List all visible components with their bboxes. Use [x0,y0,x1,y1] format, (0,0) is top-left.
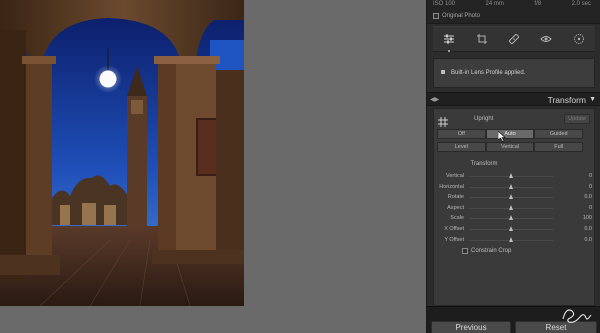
slider-row-y-offset[interactable]: Y Offset 0.0 [434,236,594,245]
upright-level-button[interactable]: Level [437,142,486,152]
slider-value[interactable]: 0 [589,173,592,179]
original-photo-toggle[interactable]: Original Photo [433,13,480,19]
slider-row-horizontal[interactable]: Horizontal 0 [434,183,594,192]
slider-label: X Offset [444,226,464,232]
previous-button[interactable]: Previous [431,321,511,333]
slider-thumb[interactable] [508,173,513,178]
slider-value[interactable]: 0.0 [584,237,592,243]
slider-value[interactable]: 0.0 [584,226,592,232]
photo-illustration [0,0,244,306]
upright-mode-row-1: Off Auto Guided [437,129,584,139]
focal-length: 24 mm [485,1,504,7]
slider-label: Horizontal [439,183,464,190]
slider-thumb[interactable] [508,226,513,231]
slider-thumb[interactable] [508,215,513,221]
slider-row-x-offset[interactable]: X Offset 0.0 [434,225,594,234]
slider-row-scale[interactable]: Scale 100 [434,214,594,223]
info-icon [440,69,446,77]
shutter-speed: 2.0 sec [571,1,591,7]
slider-value[interactable]: 0.0 [584,194,592,200]
iso-value: ISO 100 [433,1,456,7]
update-button[interactable]: Update [564,114,590,124]
slider-thumb[interactable] [508,236,513,242]
slider-value[interactable]: 100 [583,215,592,221]
mouse-cursor-icon [498,131,506,142]
slider-label: Scale [450,215,464,222]
slider-label: Aspect [447,204,464,211]
upright-off-button[interactable]: Off [437,129,486,139]
slider-row-aspect[interactable]: Aspect 0 [434,204,594,213]
slider-thumb[interactable] [508,204,513,210]
constrain-crop-toggle[interactable]: Constrain Crop [462,248,511,254]
slider-row-rotate[interactable]: Rotate 0.0 [434,193,594,202]
original-photo-checkbox[interactable] [433,13,439,19]
constrain-crop-label: Constrain Crop [471,248,512,254]
tool-strip [433,26,595,52]
healing-brush-icon[interactable] [506,31,522,47]
crop-rotate-icon[interactable] [474,31,490,47]
slider-row-vertical[interactable]: Vertical 0 [434,172,594,181]
slider-thumb[interactable] [508,194,513,200]
aperture-value: f/8 [534,1,542,7]
slider-label: Y Offset [444,236,464,243]
original-photo-label: Original Photo [442,13,481,19]
upright-vertical-button[interactable]: Vertical [485,142,535,152]
develop-panel: ISO 100 24 mm f/8 2.0 sec Original Photo [426,0,600,333]
lens-profile-message: Built-in Lens Profile applied. [451,70,526,76]
sliders-icon[interactable] [441,31,457,52]
transform-panel: Upright Update Off Auto Guided Level Ver… [433,108,595,306]
upright-full-button[interactable]: Full [534,142,584,152]
photo-viewport[interactable] [0,0,426,333]
signature-watermark [562,309,592,323]
lens-profile-notice: Built-in Lens Profile applied. [433,58,595,88]
panel-scroll-icon[interactable]: ◀▶ [430,96,439,103]
slider-label: Vertical [445,173,464,179]
upright-guided-button[interactable]: Guided [534,129,584,139]
venice-photo [0,0,244,306]
upright-auto-button[interactable]: Auto [485,129,535,139]
upright-label: Upright [474,116,494,122]
red-eye-icon[interactable] [538,31,554,47]
slider-value[interactable]: 0 [589,184,592,190]
upright-mode-row-2: Level Vertical Full [437,142,584,152]
slider-value[interactable]: 0 [589,205,592,211]
upright-row: Upright Update [434,113,594,127]
exif-row: ISO 100 24 mm f/8 2.0 sec [433,1,591,7]
histogram-info: ISO 100 24 mm f/8 2.0 sec Original Photo [427,0,600,24]
transform-subtitle: Transform [470,161,498,167]
slider-thumb[interactable] [508,183,513,189]
constrain-crop-checkbox[interactable] [462,248,468,254]
transform-section-title: Transform [547,95,586,105]
slider-label: Rotate [447,194,464,201]
transform-section-header[interactable]: ◀▶ Transform ▼ [427,92,600,106]
radial-filter-icon[interactable] [571,31,587,47]
collapse-triangle-icon[interactable]: ▼ [589,96,596,103]
